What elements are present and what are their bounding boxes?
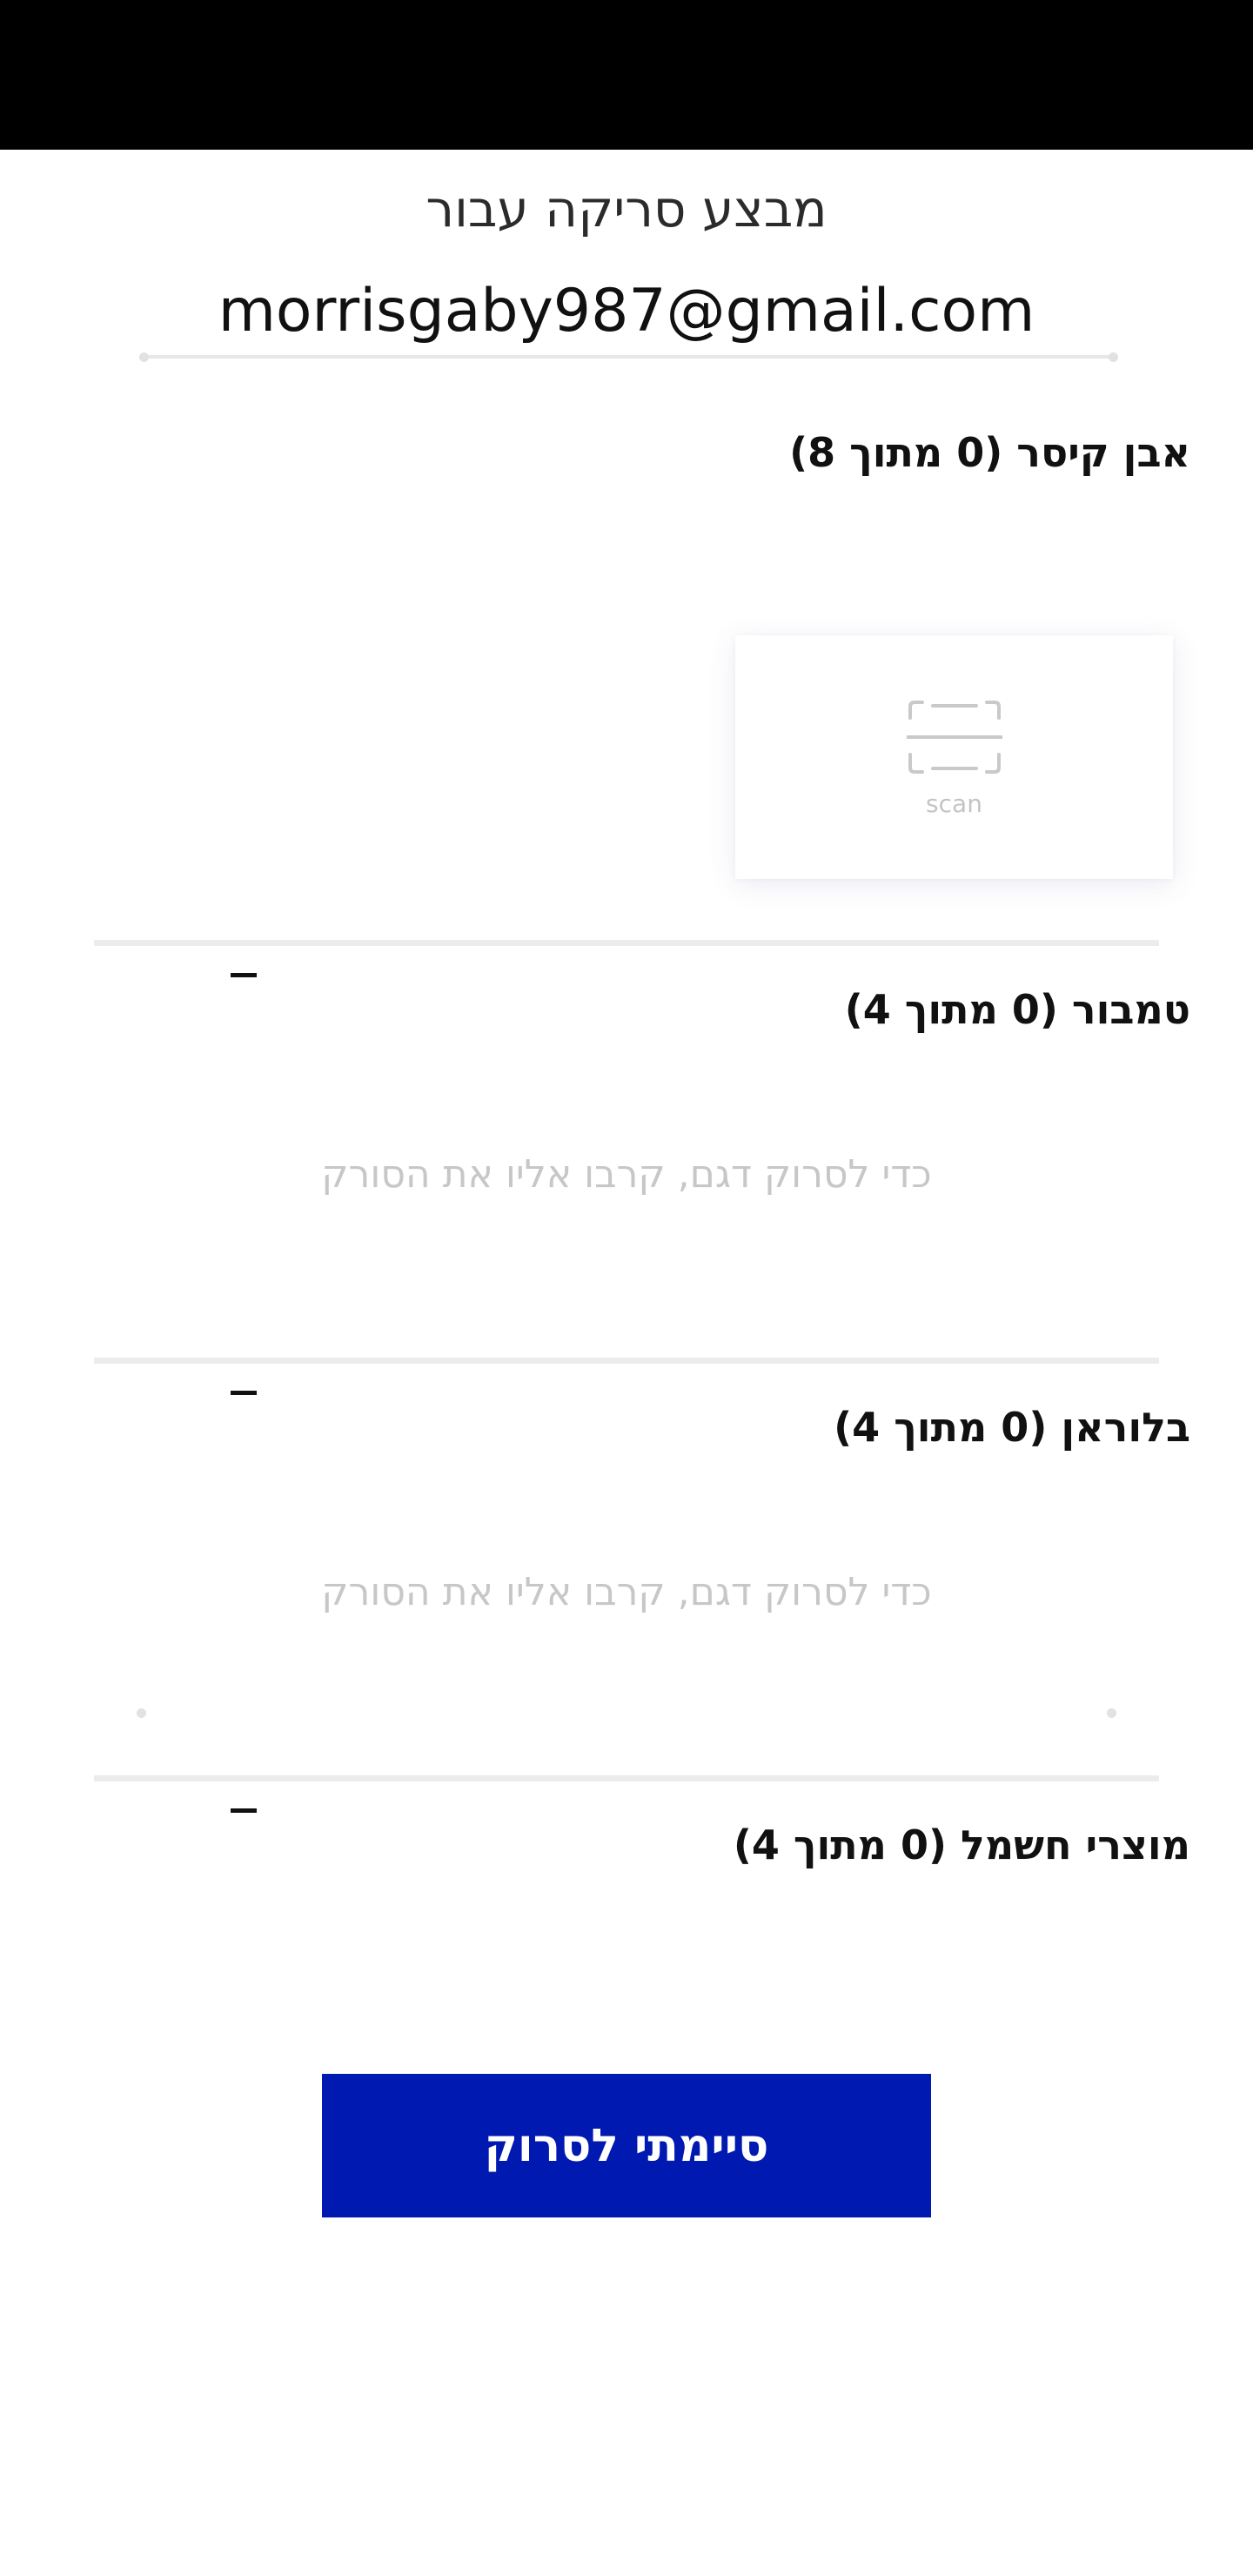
minus-icon	[231, 1390, 257, 1395]
section-title-tambour: טמבור (0 מתוך 4)	[844, 986, 1190, 1033]
section-title-caesarstone: אבן קיסר (0 מתוך 8)	[789, 429, 1190, 476]
page-heading: מבצע סריקה עבור	[425, 179, 828, 238]
scan-label: scan	[926, 788, 982, 818]
decorative-dot	[1107, 1708, 1116, 1718]
email-underline	[144, 355, 1114, 359]
collapse-toggle[interactable]	[231, 1382, 257, 1403]
section-divider	[94, 940, 1159, 946]
scan-button[interactable]: scan	[735, 635, 1173, 879]
decorative-dot	[1109, 352, 1118, 362]
minus-icon	[231, 972, 257, 977]
user-email: morrisgaby987@gmail.com	[218, 277, 1035, 345]
collapse-toggle[interactable]	[231, 964, 257, 985]
section-divider	[94, 1775, 1159, 1781]
decorative-dot	[139, 352, 149, 362]
section-title-blauran: בלוראן (0 מתוך 4)	[834, 1404, 1190, 1451]
section-divider	[94, 1358, 1159, 1364]
minus-icon	[231, 1808, 257, 1813]
status-bar	[0, 0, 1253, 150]
done-scanning-button[interactable]: סיימתי לסרוק	[322, 2074, 931, 2217]
scan-hint: כדי לסרוק דגם, קרבו אליו את הסורק	[321, 1152, 932, 1197]
collapse-toggle[interactable]	[231, 1800, 257, 1821]
scan-frame-icon	[906, 700, 1002, 774]
decorative-dot	[137, 1708, 146, 1718]
scan-hint: כדי לסרוק דגם, קרבו אליו את הסורק	[321, 1570, 932, 1614]
section-title-electrical: מוצרי חשמל (0 מתוך 4)	[733, 1821, 1190, 1868]
